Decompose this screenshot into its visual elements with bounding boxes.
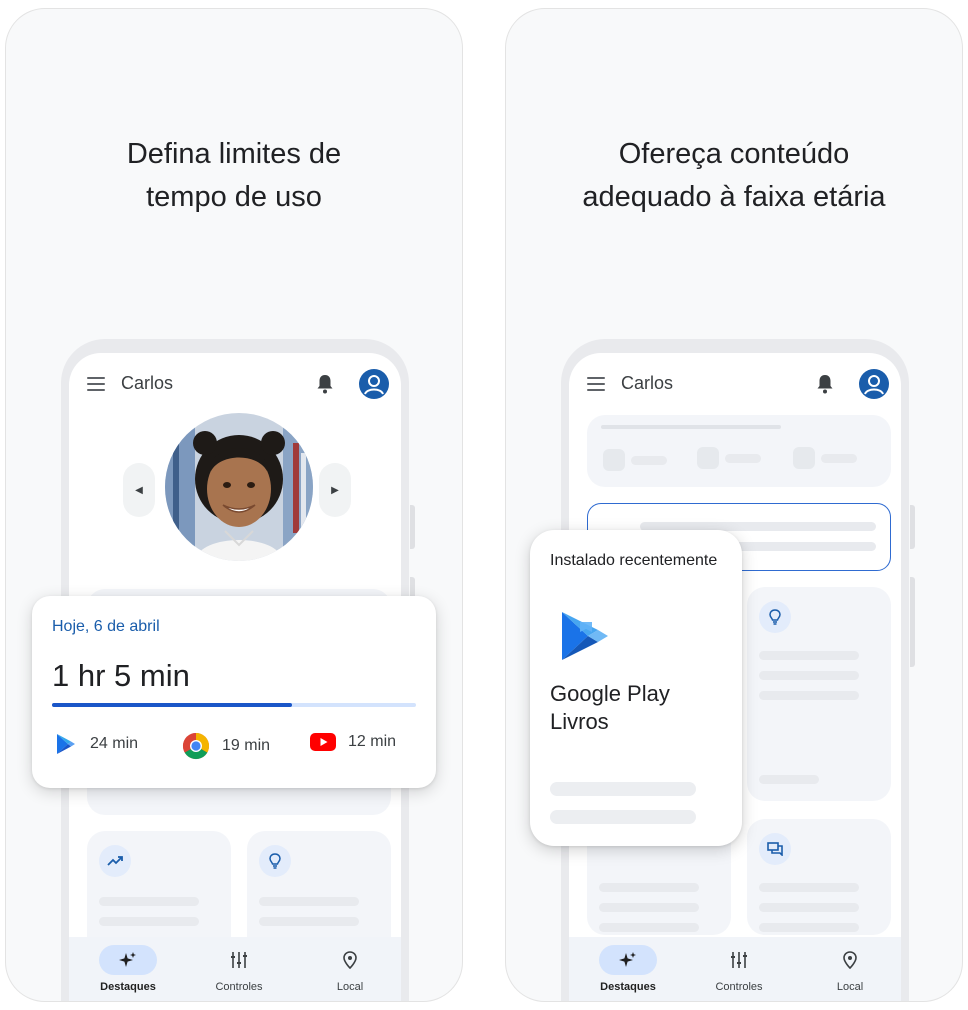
app-usage-youtube[interactable]: 12 min <box>310 732 396 752</box>
play-icon <box>57 734 75 754</box>
usage-progress-fill <box>52 703 293 707</box>
lightbulb-icon <box>259 845 291 877</box>
messages-card-placeholder <box>747 819 891 935</box>
nav-local[interactable]: Local <box>310 945 390 993</box>
bottom-navigation: Destaques Controles Local <box>569 937 901 1001</box>
headline-line-1: Defina limites de <box>126 138 342 170</box>
child-name-title: Carlos <box>121 373 174 393</box>
trending-up-icon <box>99 845 131 877</box>
recently-installed-label: Instalado recentemente <box>550 552 718 569</box>
location-pin-icon <box>321 945 379 975</box>
menu-icon[interactable] <box>87 377 105 391</box>
nav-destaques[interactable]: Destaques <box>588 945 668 993</box>
nav-label: Local <box>336 981 364 993</box>
previous-child-button[interactable]: ◀ <box>123 463 155 517</box>
lightbulb-icon <box>759 601 791 633</box>
text-placeholder <box>550 810 696 824</box>
app-usage-chrome[interactable]: 19 min <box>182 732 270 760</box>
child-photo <box>165 413 313 561</box>
app-limits-card-placeholder <box>587 415 891 487</box>
daily-usage-card[interactable]: Hoje, 6 de abril 1 hr 5 min 24 min 19 mi… <box>32 596 436 788</box>
panel-headline: Defina limites de tempo de uso <box>6 133 462 219</box>
text-placeholder <box>550 782 696 796</box>
sparkle-icon <box>599 945 657 975</box>
nav-label: Local <box>836 981 864 993</box>
nav-label: Controles <box>715 981 763 993</box>
nav-label: Destaques <box>100 981 156 993</box>
promo-panel-content: Ofereça conteúdo adequado à faixa etária… <box>505 8 963 1002</box>
app-usage-play[interactable]: 24 min <box>54 732 138 756</box>
bell-icon[interactable] <box>315 373 335 395</box>
nav-label: Controles <box>215 981 263 993</box>
sliders-icon <box>710 945 768 975</box>
account-avatar[interactable] <box>359 369 389 399</box>
account-avatar[interactable] <box>859 369 889 399</box>
tips-card-placeholder <box>747 587 891 801</box>
play-books-icon <box>562 612 608 660</box>
usage-progress-bar <box>52 703 416 707</box>
recently-installed-card[interactable]: Instalado recentemente Google Play Livro… <box>530 530 742 846</box>
child-name-title: Carlos <box>621 373 674 393</box>
sliders-icon <box>210 945 268 975</box>
nav-destaques[interactable]: Destaques <box>88 945 168 993</box>
app-usage-time: 12 min <box>348 733 397 750</box>
app-bar: Carlos <box>569 353 901 413</box>
location-pin-icon <box>821 945 879 975</box>
youtube-icon <box>310 733 336 751</box>
menu-icon[interactable] <box>587 377 605 391</box>
usage-total-time: 1 hr 5 min <box>52 658 190 693</box>
bottom-navigation: Destaques Controles Local <box>69 937 401 1001</box>
nav-controles[interactable]: Controles <box>699 945 779 993</box>
usage-date: Hoje, 6 de abril <box>52 618 160 635</box>
panel-headline: Ofereça conteúdo adequado à faixa etária <box>506 133 962 219</box>
app-usage-time: 19 min <box>222 737 271 754</box>
nav-controles[interactable]: Controles <box>199 945 279 993</box>
chrome-icon <box>182 732 210 760</box>
nav-local[interactable]: Local <box>810 945 890 993</box>
next-child-button[interactable]: ▶ <box>319 463 351 517</box>
promo-panel-screen-time: Defina limites de tempo de uso Carlos ◀ … <box>5 8 463 1002</box>
sparkle-icon <box>99 945 157 975</box>
chat-icon <box>759 833 791 865</box>
headline-line-2: tempo de uso <box>146 181 322 213</box>
installed-app-name: Google Play Livros <box>550 681 670 734</box>
headline-line-1: Ofereça conteúdo <box>618 138 850 170</box>
app-bar: Carlos <box>69 353 401 413</box>
nav-label: Destaques <box>600 981 656 993</box>
headline-line-2: adequado à faixa etária <box>582 181 886 213</box>
bell-icon[interactable] <box>815 373 835 395</box>
app-usage-time: 24 min <box>90 735 139 752</box>
